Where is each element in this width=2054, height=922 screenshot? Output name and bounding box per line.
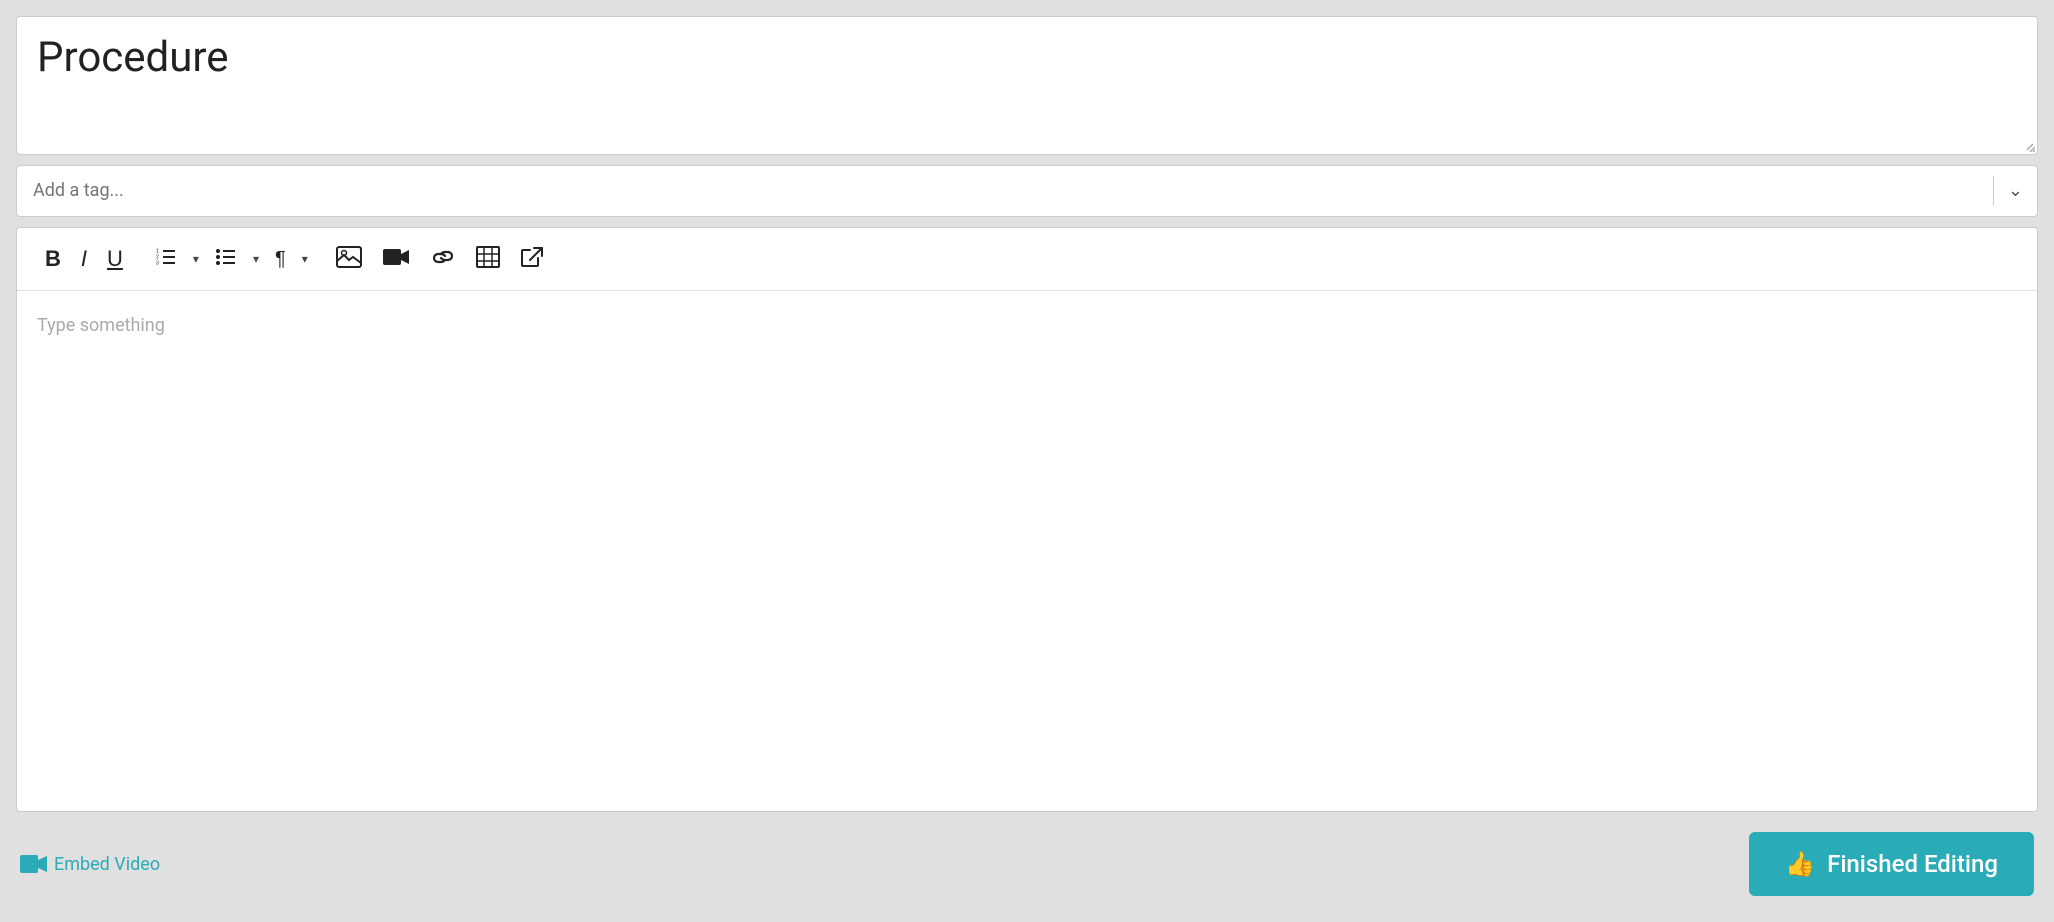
paragraph-group: ¶ ▾: [267, 243, 312, 275]
title-input[interactable]: Procedure: [37, 33, 2017, 134]
external-link-button[interactable]: [512, 240, 552, 278]
thumbs-up-icon: 👍: [1785, 850, 1815, 878]
embed-video-button[interactable]: Embed Video: [20, 853, 160, 875]
chevron-down-icon: ▾: [302, 253, 308, 265]
resize-handle: [2021, 138, 2035, 152]
svg-text:3: 3: [156, 260, 159, 266]
unordered-list-button[interactable]: [207, 240, 245, 278]
editor-placeholder: Type something: [37, 315, 165, 336]
unordered-list-group: ▾: [207, 240, 263, 278]
embed-video-label: Embed Video: [54, 854, 160, 875]
chevron-down-icon: ▾: [193, 253, 199, 265]
unordered-list-dropdown-button[interactable]: ▾: [247, 247, 263, 271]
paragraph-button[interactable]: ¶: [267, 243, 294, 275]
image-icon: [336, 246, 362, 272]
table-button[interactable]: [468, 240, 508, 278]
editor-content[interactable]: Type something: [17, 291, 2037, 811]
editor-toolbar: B I U 1 2 3: [17, 228, 2037, 291]
finished-editing-label: Finished Editing: [1827, 850, 1998, 878]
link-button[interactable]: [422, 240, 464, 278]
finished-editing-button[interactable]: 👍 Finished Editing: [1749, 832, 2034, 896]
bottom-bar: Embed Video 👍 Finished Editing: [16, 822, 2038, 906]
title-container: Procedure: [16, 16, 2038, 155]
italic-button[interactable]: I: [73, 242, 95, 276]
table-icon: [476, 246, 500, 272]
paragraph-dropdown-button[interactable]: ▾: [296, 247, 312, 271]
editor-container: B I U 1 2 3: [16, 227, 2038, 812]
paragraph-icon: ¶: [275, 249, 286, 269]
link-icon: [430, 246, 456, 272]
external-link-icon: [520, 246, 544, 272]
tag-container: ⌄: [16, 165, 2038, 217]
unordered-list-icon: [215, 246, 237, 272]
chevron-down-icon: ▾: [253, 253, 259, 265]
bold-button[interactable]: B: [37, 242, 69, 276]
tag-input[interactable]: [17, 166, 1993, 215]
image-button[interactable]: [328, 240, 370, 278]
ordered-list-button[interactable]: 1 2 3: [147, 240, 185, 278]
video-icon: [382, 246, 410, 272]
video-button[interactable]: [374, 240, 418, 278]
ordered-list-dropdown-button[interactable]: ▾: [187, 247, 203, 271]
ordered-list-icon: 1 2 3: [155, 246, 177, 272]
tag-dropdown-button[interactable]: ⌄: [1994, 180, 2037, 201]
underline-button[interactable]: U: [99, 242, 131, 276]
ordered-list-group: 1 2 3 ▾: [147, 240, 203, 278]
chevron-down-icon: ⌄: [2008, 180, 2023, 201]
